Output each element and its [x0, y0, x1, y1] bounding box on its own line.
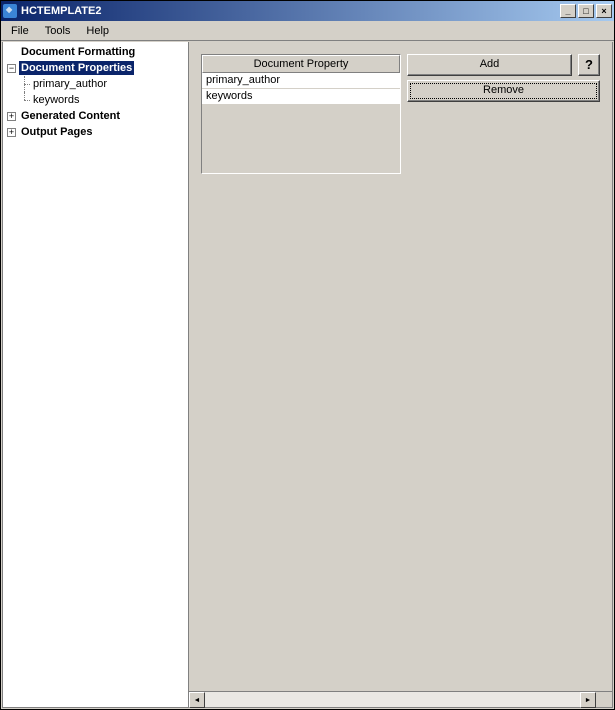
button-column: Add ? Remove [407, 54, 600, 102]
tree-label: Document Formatting [19, 45, 137, 59]
remove-button[interactable]: Remove [407, 80, 600, 102]
property-row[interactable]: primary_author [202, 73, 400, 89]
tree-label: Generated Content [19, 109, 122, 123]
horizontal-scrollbar[interactable]: ◄ ► [189, 691, 612, 707]
tree-pane: Document Formatting − Document Propertie… [3, 42, 189, 707]
expand-icon[interactable]: + [7, 112, 16, 121]
tree-item-generated-content[interactable]: + Generated Content [5, 108, 186, 124]
property-list-box: Document Property primary_author keyword… [201, 54, 401, 174]
tree-label: Document Properties [19, 61, 134, 75]
close-button[interactable]: × [596, 4, 612, 18]
menu-tools[interactable]: Tools [37, 23, 79, 39]
scroll-track[interactable] [205, 692, 580, 707]
property-column-header[interactable]: Document Property [202, 55, 400, 73]
add-button[interactable]: Add [407, 54, 572, 76]
expand-icon[interactable]: + [7, 128, 16, 137]
tree-item-doc-properties[interactable]: − Document Properties [5, 60, 186, 76]
tree-item-doc-formatting[interactable]: Document Formatting [5, 44, 186, 60]
property-row[interactable]: keywords [202, 89, 400, 105]
help-button[interactable]: ? [578, 54, 600, 76]
resize-grip[interactable] [596, 692, 612, 708]
minimize-button[interactable]: _ [560, 4, 576, 18]
content-area: Document Formatting − Document Propertie… [2, 42, 613, 708]
window-controls: _ □ × [558, 4, 612, 18]
button-row: Add ? [407, 54, 600, 76]
menubar: File Tools Help [1, 21, 614, 41]
tree-item-primary-author[interactable]: primary_author [5, 76, 186, 92]
app-icon [3, 4, 17, 18]
collapse-icon[interactable]: − [7, 64, 16, 73]
tree-label: keywords [31, 93, 81, 107]
app-window: HCTEMPLATE2 _ □ × File Tools Help Docume… [0, 0, 615, 710]
property-list-empty-area [202, 105, 400, 173]
detail-content: Document Property primary_author keyword… [189, 42, 612, 691]
window-title: HCTEMPLATE2 [21, 5, 558, 17]
detail-pane: Document Property primary_author keyword… [189, 42, 612, 707]
menu-file[interactable]: File [3, 23, 37, 39]
property-list: primary_author keywords [202, 73, 400, 105]
scroll-left-button[interactable]: ◄ [189, 692, 205, 708]
scroll-right-button[interactable]: ► [580, 692, 596, 708]
tree-item-keywords[interactable]: keywords [5, 92, 186, 108]
titlebar: HCTEMPLATE2 _ □ × [1, 1, 614, 21]
maximize-button[interactable]: □ [578, 4, 594, 18]
menu-help[interactable]: Help [78, 23, 117, 39]
tree-item-output-pages[interactable]: + Output Pages [5, 124, 186, 140]
tree-label: Output Pages [19, 125, 95, 139]
tree-label: primary_author [31, 77, 109, 91]
